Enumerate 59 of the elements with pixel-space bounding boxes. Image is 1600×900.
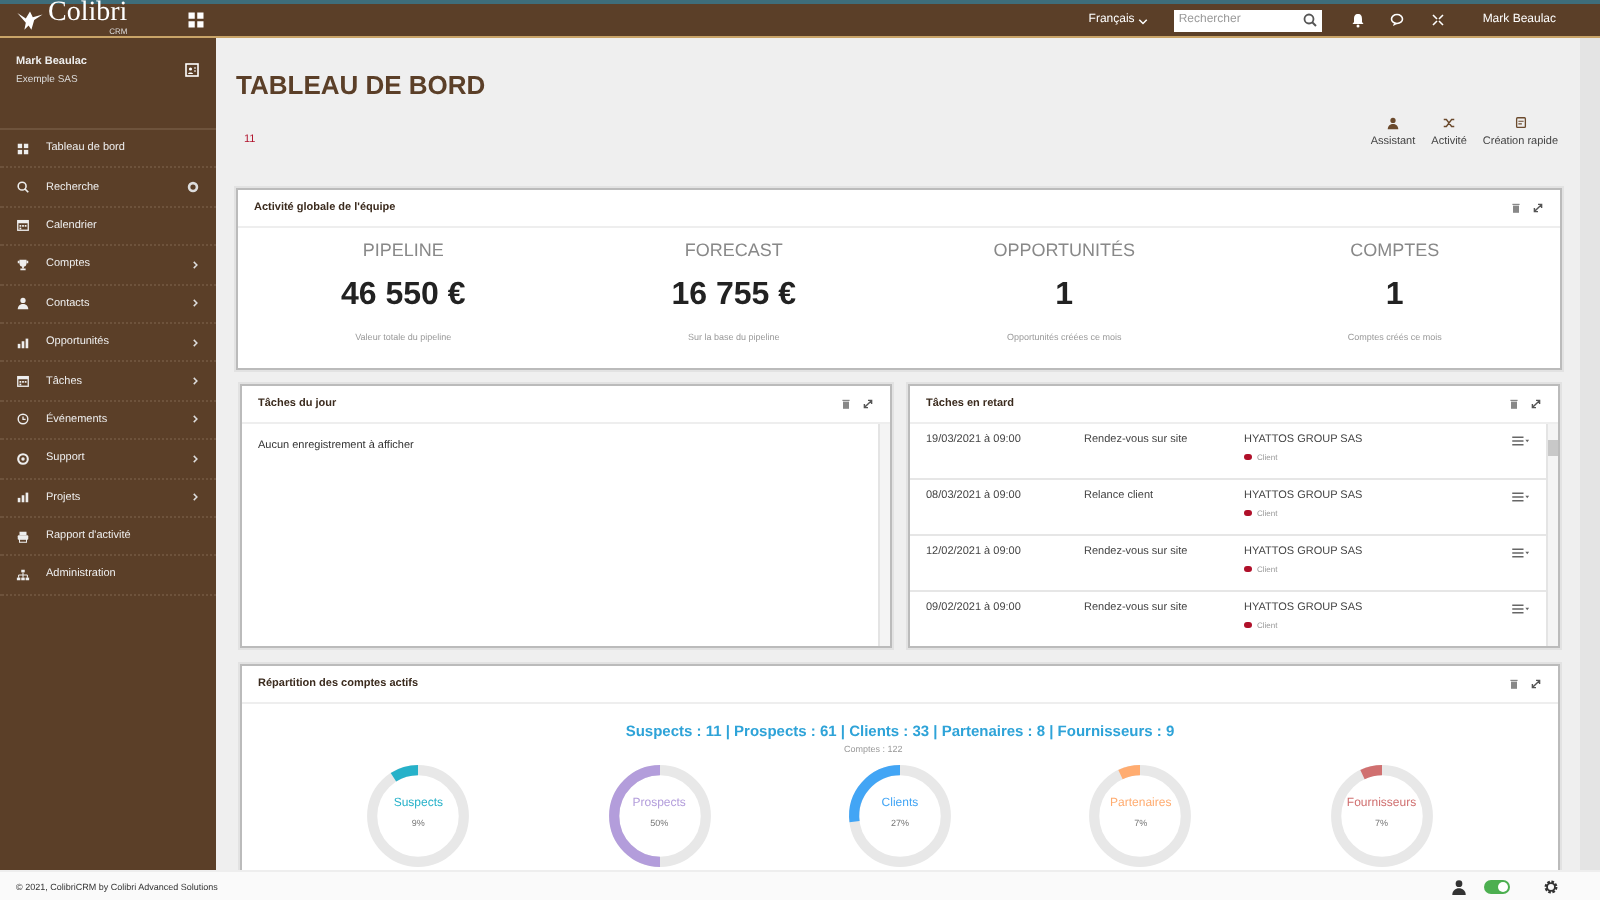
bell-icon[interactable]	[1350, 12, 1367, 28]
collapse-arrows-icon[interactable]	[1430, 12, 1447, 28]
stat-value: 1	[1055, 278, 1074, 314]
stat-label: OPPORTUNITÉS	[993, 240, 1136, 260]
chat-bubbles-icon[interactable]	[1390, 12, 1407, 28]
person-icon	[16, 296, 30, 311]
expand-icon[interactable]	[862, 398, 874, 410]
search-icon[interactable]	[1302, 12, 1319, 28]
printer-icon	[16, 529, 30, 544]
toggle-switch[interactable]	[1484, 879, 1510, 893]
trophy-icon	[16, 257, 30, 272]
settings-icon[interactable]	[1542, 877, 1560, 895]
id-card-icon[interactable]	[184, 62, 200, 78]
bar-chart-icon	[16, 335, 30, 350]
people-icon[interactable]	[1450, 877, 1468, 895]
stat-label: COMPTES	[1350, 240, 1440, 260]
stat-value: 1	[1385, 278, 1404, 314]
list-menu-icon[interactable]	[1512, 604, 1530, 614]
list-menu-icon[interactable]	[1512, 492, 1530, 502]
calendar-icon	[16, 218, 30, 233]
trash-icon[interactable]	[1510, 202, 1522, 214]
scrollbar[interactable]	[1546, 424, 1558, 646]
logo-text: Colibri	[48, 0, 128, 28]
sitemap-icon	[16, 567, 30, 582]
trash-icon[interactable]	[840, 398, 852, 410]
list-menu-icon[interactable]	[1512, 436, 1530, 446]
list-menu-icon[interactable]	[1512, 548, 1530, 558]
stat-value: 46 550 €	[340, 278, 466, 314]
chevron-right-icon	[190, 259, 200, 270]
search-icon	[16, 180, 30, 195]
chevron-right-icon	[190, 453, 200, 464]
trash-icon[interactable]	[1508, 678, 1520, 690]
scrollbar[interactable]	[878, 424, 890, 646]
hummingbird-logo-icon	[16, 8, 44, 32]
page-title: TABLEAU DE BORD	[236, 70, 486, 100]
stat-label: FORECAST	[684, 240, 783, 260]
chevron-right-icon	[190, 492, 200, 503]
chevron-right-icon	[190, 376, 200, 387]
shuffle-icon	[1442, 116, 1457, 130]
stat-value: 16 755 €	[671, 278, 797, 314]
person-icon	[1385, 116, 1400, 130]
gear-badge-icon	[186, 180, 200, 195]
scrollbar[interactable]	[1580, 38, 1600, 870]
calendar-icon	[16, 374, 30, 389]
trash-icon[interactable]	[1508, 398, 1520, 410]
chevron-right-icon	[190, 414, 200, 425]
chevron-right-icon	[190, 298, 200, 309]
expand-icon[interactable]	[1530, 678, 1542, 690]
apps-grid-icon[interactable]	[186, 10, 206, 30]
note-icon	[1513, 116, 1528, 130]
bar-chart-icon	[16, 490, 30, 505]
expand-icon[interactable]	[1532, 202, 1544, 214]
alarm-clock-icon	[16, 412, 30, 427]
expand-icon[interactable]	[1530, 398, 1542, 410]
caret-icon	[1138, 15, 1149, 25]
grid-icon	[16, 141, 30, 156]
stat-label: PIPELINE	[362, 240, 444, 260]
chevron-right-icon	[190, 337, 200, 348]
lifebuoy-icon	[16, 451, 30, 466]
